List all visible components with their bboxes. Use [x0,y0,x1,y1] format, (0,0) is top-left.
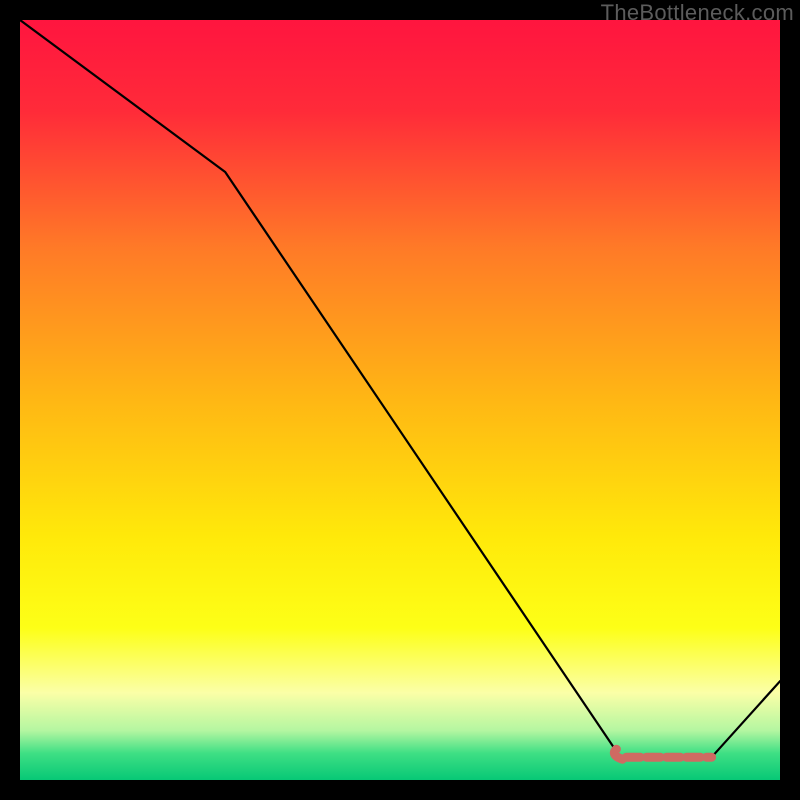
bottleneck-chart [20,20,780,780]
chart-stage: TheBottleneck.com [0,0,800,800]
chart-background [20,20,780,780]
